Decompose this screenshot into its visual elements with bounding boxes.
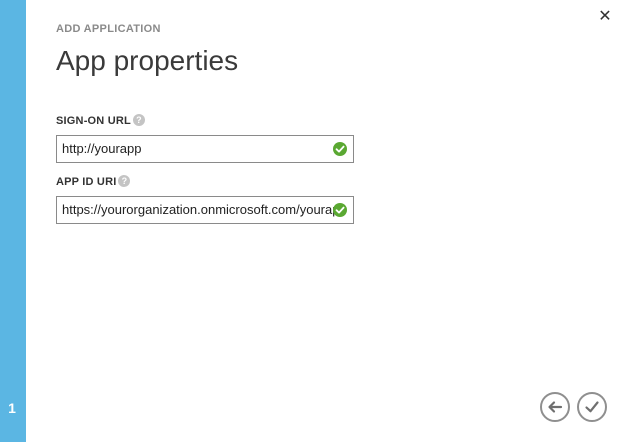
arrow-left-icon bbox=[548, 401, 563, 413]
close-button[interactable]: ✕ bbox=[596, 8, 614, 26]
close-icon[interactable]: ✕ bbox=[598, 8, 611, 25]
sign-on-url-label-row: SIGN-ON URL? bbox=[56, 114, 145, 127]
complete-button[interactable] bbox=[577, 392, 607, 422]
dialog-subtitle: ADD APPLICATION bbox=[56, 23, 161, 35]
step-number: 1 bbox=[8, 400, 16, 416]
help-icon[interactable]: ? bbox=[132, 114, 145, 126]
sign-on-url-field[interactable]: http://yourapp bbox=[56, 135, 354, 163]
help-icon[interactable]: ? bbox=[118, 175, 131, 187]
back-button[interactable] bbox=[540, 392, 570, 422]
sign-on-url-input[interactable]: http://yourapp bbox=[57, 136, 327, 162]
wizard-step-sidebar: 1 bbox=[0, 0, 26, 442]
app-id-uri-label: APP ID URI bbox=[56, 176, 117, 188]
check-icon bbox=[585, 401, 599, 413]
app-id-uri-field[interactable]: https://yourorganization.onmicrosoft.com… bbox=[56, 196, 354, 224]
app-id-uri-label-row: APP ID URI? bbox=[56, 175, 131, 188]
checkmark-circle-icon bbox=[333, 142, 347, 156]
sign-on-url-label: SIGN-ON URL bbox=[56, 115, 131, 127]
page-title: App properties bbox=[56, 45, 239, 76]
app-id-uri-input[interactable]: https://yourorganization.onmicrosoft.com… bbox=[57, 197, 353, 223]
checkmark-circle-icon bbox=[333, 203, 347, 217]
